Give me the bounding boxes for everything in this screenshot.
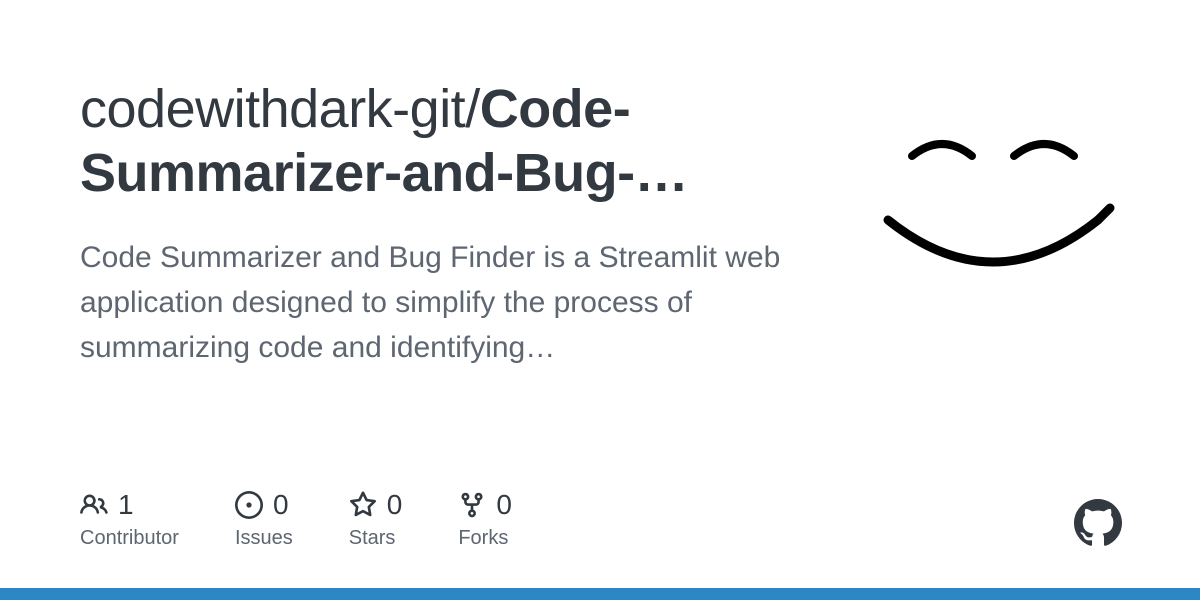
star-icon (349, 491, 377, 519)
title-block: codewithdark-git/Code-Summarizer-and-Bug… (80, 78, 820, 370)
social-card: codewithdark-git/Code-Summarizer-and-Bug… (0, 0, 1200, 600)
stat-top: 1 (80, 489, 179, 521)
stat-count: 1 (118, 489, 134, 521)
stat-issues: 0 Issues (235, 489, 293, 550)
stat-top: 0 (458, 489, 512, 521)
stat-contributors: 1 Contributor (80, 489, 179, 550)
separator: / (465, 79, 480, 139)
stat-top: 0 (349, 489, 403, 521)
stat-top: 0 (235, 489, 293, 521)
stat-label: Stars (349, 527, 403, 550)
repo-owner: codewithdark-git (80, 79, 465, 139)
stat-label: Contributor (80, 527, 179, 550)
avatar (860, 72, 1126, 338)
accent-bar (0, 588, 1200, 600)
github-icon (1074, 499, 1122, 547)
repo-description: Code Summarizer and Bug Finder is a Stre… (80, 235, 820, 370)
stat-count: 0 (387, 489, 403, 521)
stat-count: 0 (273, 489, 289, 521)
repo-name-start: Code (480, 79, 613, 139)
people-icon (80, 491, 108, 519)
github-logo (1074, 499, 1122, 552)
stats-row: 1 Contributor 0 Issues 0 Stars (80, 489, 512, 550)
issue-icon (235, 491, 263, 519)
repo-title: codewithdark-git/Code-Summarizer-and-Bug… (80, 78, 820, 205)
stat-label: Issues (235, 527, 293, 550)
stat-label: Forks (458, 527, 512, 550)
fork-icon (458, 491, 486, 519)
stat-forks: 0 Forks (458, 489, 512, 550)
stat-stars: 0 Stars (349, 489, 403, 550)
smile-icon (860, 72, 1126, 338)
stat-count: 0 (496, 489, 512, 521)
header-row: codewithdark-git/Code-Summarizer-and-Bug… (80, 78, 1120, 370)
